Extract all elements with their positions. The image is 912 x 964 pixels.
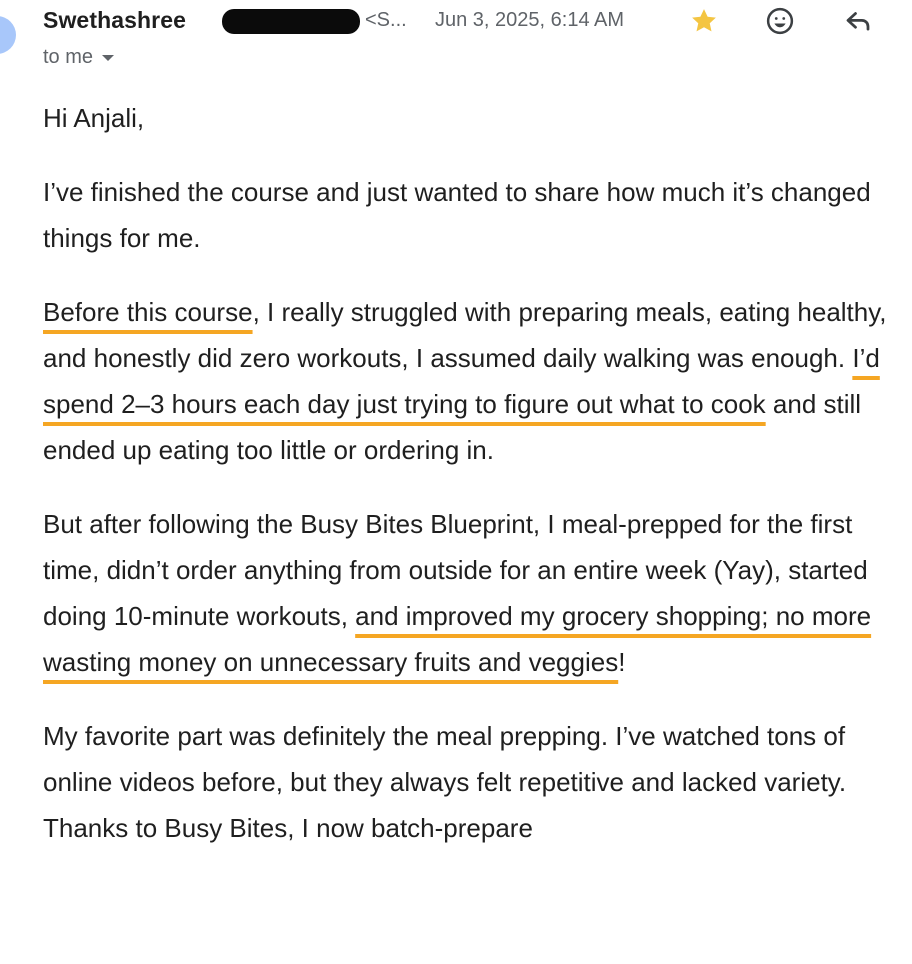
sender-avatar[interactable] [0,16,16,54]
paragraph-1: I’ve finished the course and just wanted… [43,177,871,253]
email-header: Swethashree <S... Jun 3, 2025, 6:14 AM [43,4,912,36]
greeting: Hi Anjali, [43,103,145,133]
redaction-bar [222,9,360,34]
email-body: Hi Anjali, I’ve finished the course and … [43,95,908,879]
chevron-down-icon[interactable] [101,53,115,63]
sender-name[interactable]: Swethashree [43,7,186,34]
recipient-label: to me [43,46,94,68]
star-icon[interactable] [689,6,719,36]
timestamp: Jun 3, 2025, 6:14 AM [435,9,625,31]
paragraph-2: Before this course, I really struggled w… [43,289,908,473]
paragraph-4: My favorite part was definitely the meal… [43,721,847,843]
highlighted-text: Before this course [43,297,253,327]
reply-icon[interactable] [843,6,873,36]
paragraph-3: But after following the Busy Bites Bluep… [43,501,908,685]
sender-email: <S... [365,9,407,31]
emoji-reaction-icon[interactable] [765,6,795,36]
recipient-dropdown[interactable]: to me [43,46,115,69]
body-text-span: ! [618,647,626,677]
